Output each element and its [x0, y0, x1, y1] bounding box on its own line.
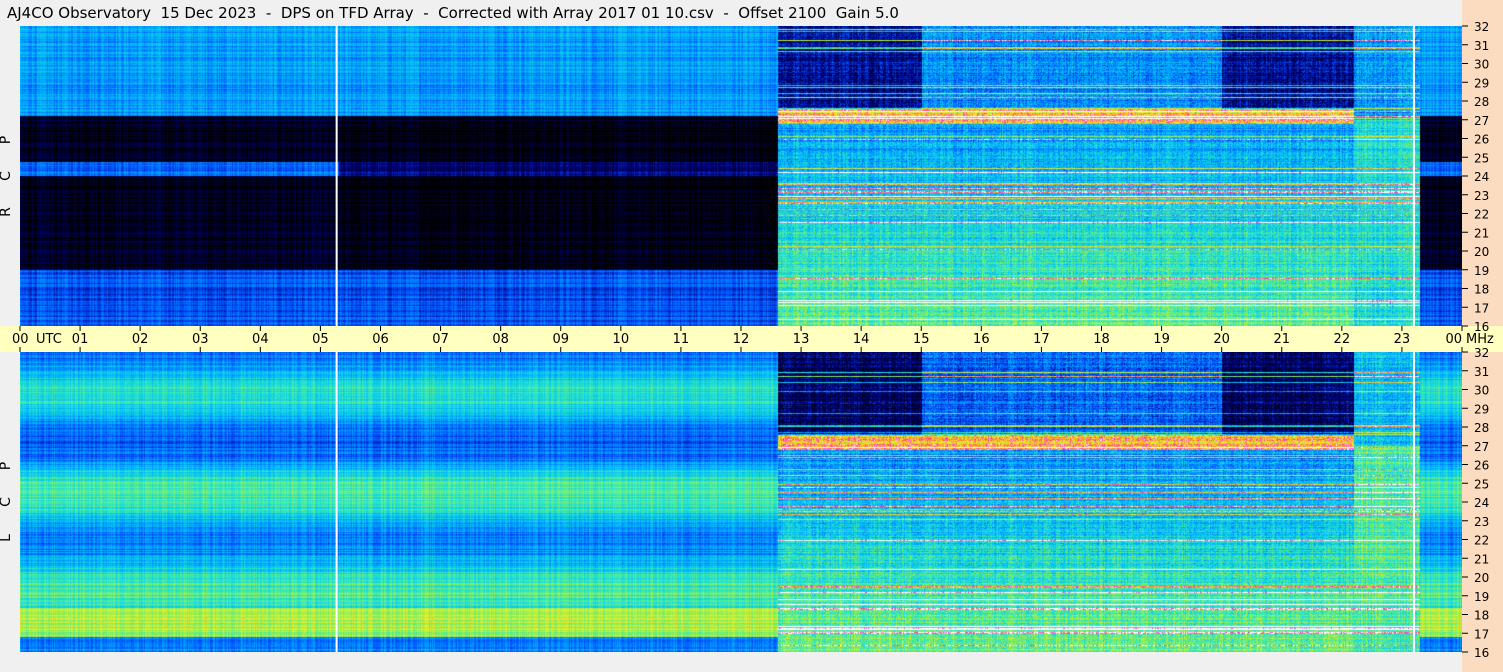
time-tick-label: 13 — [793, 332, 810, 347]
freq-tick-label: 20 — [1474, 245, 1489, 259]
freq-tick-label: 28 — [1474, 421, 1489, 435]
side-label-top-0: R — [0, 207, 14, 217]
time-tick-label: 22 — [1334, 332, 1351, 347]
time-tick-label: 00 — [1445, 332, 1462, 347]
time-tick-label: 12 — [733, 332, 750, 347]
freq-tick-label: 19 — [1474, 264, 1489, 278]
freq-tick-label: 18 — [1474, 609, 1489, 623]
spectrogram-panel-bottom — [20, 352, 1462, 652]
freq-tick-label: 24 — [1474, 170, 1489, 184]
time-tick-label: 03 — [192, 332, 209, 347]
time-tick-label: 16 — [973, 332, 990, 347]
freq-tick-label: 27 — [1474, 440, 1489, 454]
time-tick-label: 08 — [492, 332, 509, 347]
time-tick-label: 06 — [372, 332, 389, 347]
freq-tick-label: 31 — [1474, 365, 1489, 379]
left-margin-bottom — [0, 352, 20, 672]
freq-tick-label: 26 — [1474, 133, 1489, 147]
freq-tick-label: 22 — [1474, 534, 1489, 548]
freq-tick-label: 21 — [1474, 226, 1489, 240]
time-tick-label: 05 — [312, 332, 329, 347]
side-label-bottom-0: L — [0, 534, 14, 542]
time-tick-label: 02 — [132, 332, 149, 347]
time-tick-label: 09 — [552, 332, 569, 347]
freq-tick-label: 17 — [1474, 301, 1489, 315]
freq-tick-label: 30 — [1474, 384, 1489, 398]
freq-tick-label: 29 — [1474, 402, 1489, 416]
freq-tick-label: 19 — [1474, 590, 1489, 604]
time-tick-label: 07 — [432, 332, 449, 347]
freq-tick-label: 32 — [1474, 20, 1489, 34]
time-tick-label: 18 — [1093, 332, 1110, 347]
time-axis-unit-utc: UTC — [36, 332, 62, 347]
freq-tick-label: 20 — [1474, 571, 1489, 585]
time-tick-label: 01 — [72, 332, 89, 347]
time-tick-label: 20 — [1213, 332, 1230, 347]
freq-tick-label: 24 — [1474, 496, 1489, 510]
freq-tick-label: 25 — [1474, 151, 1489, 165]
freq-tick-label: 25 — [1474, 477, 1489, 491]
freq-tick-label: 30 — [1474, 58, 1489, 72]
time-tick-label: 14 — [853, 332, 870, 347]
time-tick-label: 11 — [673, 332, 690, 347]
spectrogram-chart: R C P L C P 32 31 30 29 28 27 26 25 24 23 22 21 20 19 18 17 16… — [0, 20, 1503, 672]
side-label-top-1: C — [0, 171, 14, 181]
side-label-bottom-2: P — [0, 462, 14, 470]
side-label-top-2: P — [0, 136, 14, 144]
freq-tick-label: 17 — [1474, 627, 1489, 641]
freq-tick-label: 22 — [1474, 208, 1489, 222]
freq-tick-label: 16 — [1474, 646, 1489, 660]
time-tick-label: 15 — [913, 332, 930, 347]
freq-tick-label: 31 — [1474, 39, 1489, 53]
freq-tick-label: 23 — [1474, 515, 1489, 529]
time-tick-label: 17 — [1033, 332, 1050, 347]
freq-tick-label: 27 — [1474, 114, 1489, 128]
time-tick-label: 21 — [1273, 332, 1290, 347]
freq-tick-label: 23 — [1474, 189, 1489, 203]
spectrogram-panel-top — [20, 26, 1462, 326]
freq-tick-label: 18 — [1474, 283, 1489, 297]
freq-tick-label: 29 — [1474, 76, 1489, 90]
time-tick-label: 10 — [613, 332, 630, 347]
time-tick-label: 00 — [12, 332, 29, 347]
freq-axis-unit-mhz: MHz — [1466, 332, 1494, 347]
freq-tick-label: 26 — [1474, 459, 1489, 473]
freq-tick-label: 28 — [1474, 95, 1489, 109]
side-label-bottom-1: C — [0, 497, 14, 507]
time-tick-label: 04 — [252, 332, 269, 347]
freq-tick-label: 32 — [1474, 346, 1489, 360]
time-tick-label: 23 — [1394, 332, 1411, 347]
freq-tick-label: 21 — [1474, 552, 1489, 566]
time-tick-label: 19 — [1153, 332, 1170, 347]
